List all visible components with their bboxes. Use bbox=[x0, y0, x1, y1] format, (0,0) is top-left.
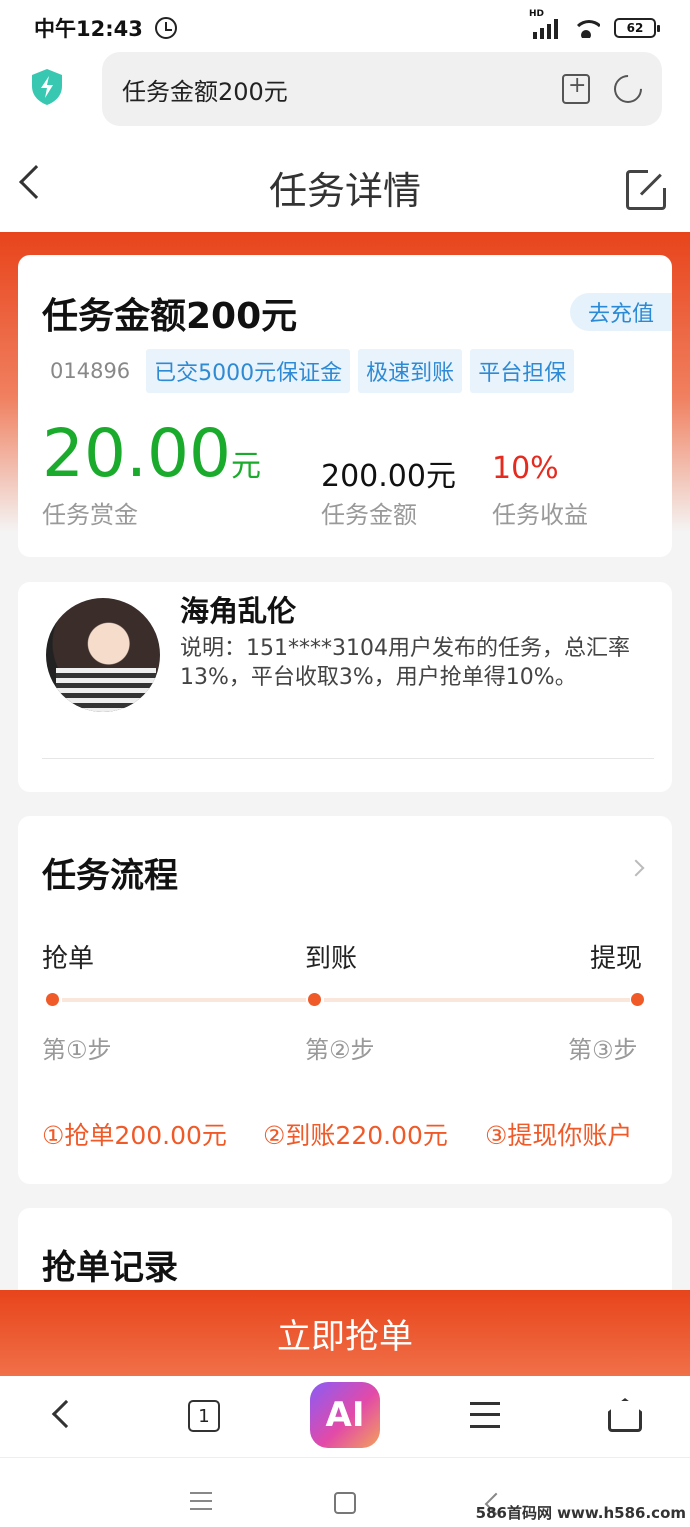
task-tags: 014896 已交5000元保证金 极速到账 平台担保 bbox=[42, 349, 575, 393]
divider bbox=[42, 758, 654, 759]
step-dot-1 bbox=[46, 993, 59, 1006]
avatar bbox=[46, 598, 160, 712]
address-text[interactable]: 任务金额200元 bbox=[122, 72, 288, 107]
amount-label: 任务金额 bbox=[321, 501, 417, 529]
recent-apps-icon[interactable] bbox=[190, 1492, 212, 1510]
watermark: 586首码网 www.h586.com bbox=[475, 1504, 686, 1522]
step-track-1 bbox=[62, 998, 306, 1002]
refresh-icon[interactable] bbox=[608, 69, 648, 109]
task-code: 014896 bbox=[50, 359, 131, 383]
rate-label: 任务收益 bbox=[492, 501, 588, 529]
flow-detail-1: ①抢单200.00元 bbox=[42, 1121, 227, 1150]
page-title: 任务详情 bbox=[268, 169, 421, 213]
battery-icon: 62 bbox=[614, 18, 660, 38]
shield-icon[interactable] bbox=[30, 68, 64, 106]
tabs-icon[interactable]: 1 bbox=[188, 1400, 220, 1432]
page-header: 任务详情 bbox=[0, 142, 690, 232]
flow-detail-3: ③提现你账户 bbox=[485, 1121, 633, 1150]
add-bookmark-icon[interactable] bbox=[562, 73, 590, 104]
tag-guarantee: 平台担保 bbox=[470, 349, 575, 393]
home-icon[interactable] bbox=[608, 1398, 642, 1432]
reward-label: 任务赏金 bbox=[42, 501, 138, 529]
tag-deposit: 已交5000元保证金 bbox=[146, 349, 351, 393]
nav-back-icon[interactable] bbox=[51, 1399, 81, 1429]
status-bar: 中午12:43 HD 62 bbox=[0, 0, 690, 56]
step-name-3: 提现 bbox=[590, 944, 643, 974]
task-title: 任务金额200元 bbox=[42, 296, 298, 337]
step-no-3: 第③步 bbox=[568, 1036, 638, 1064]
step-track-2 bbox=[324, 998, 630, 1002]
step-no-2: 第②步 bbox=[305, 1036, 375, 1064]
wifi-icon bbox=[572, 18, 600, 38]
step-dot-3 bbox=[631, 993, 644, 1006]
step-no-1: 第①步 bbox=[42, 1036, 112, 1064]
amount-value: 200.00元 bbox=[321, 459, 456, 494]
publisher-description: 说明：151****3104用户发布的任务，总汇率13%，平台收取3%，用户抢单… bbox=[180, 636, 630, 690]
flow-title: 任务流程 bbox=[42, 856, 178, 896]
system-home-icon[interactable] bbox=[334, 1492, 356, 1514]
alarm-icon bbox=[154, 17, 177, 39]
browser-bar: 任务金额200元 bbox=[0, 52, 690, 142]
rate-value: 10% bbox=[492, 451, 559, 486]
step-name-1: 抢单 bbox=[42, 944, 95, 974]
task-flow-card: 任务流程 抢单 到账 提现 第①步 第②步 第③步 ①抢单200.00元 ②到账… bbox=[18, 816, 672, 1184]
task-summary-card: 任务金额200元 去充值 014896 已交5000元保证金 极速到账 平台担保… bbox=[18, 255, 672, 557]
reward-value: 20.00元 bbox=[42, 415, 261, 492]
status-time: 中午12:43 bbox=[34, 17, 143, 41]
flow-detail-2: ②到账220.00元 bbox=[263, 1121, 448, 1150]
address-bar[interactable]: 任务金额200元 bbox=[102, 52, 662, 126]
publisher-card: 海角乱伦 说明：151****3104用户发布的任务，总汇率13%，平台收取3%… bbox=[18, 582, 672, 792]
step-dot-2 bbox=[308, 993, 321, 1006]
grab-now-button[interactable]: 立即抢单 bbox=[0, 1290, 690, 1376]
step-name-2: 到账 bbox=[305, 944, 358, 974]
recharge-button[interactable]: 去充值 bbox=[570, 293, 672, 331]
records-title: 抢单记录 bbox=[42, 1248, 178, 1288]
publisher-name: 海角乱伦 bbox=[180, 594, 297, 628]
browser-bottom-nav: 1 AI bbox=[0, 1376, 690, 1458]
tag-fast: 极速到账 bbox=[358, 349, 463, 393]
menu-icon[interactable] bbox=[470, 1402, 500, 1428]
ai-assistant-icon[interactable]: AI bbox=[310, 1382, 380, 1448]
chevron-right-icon[interactable] bbox=[627, 859, 645, 877]
signal-icon: HD bbox=[529, 9, 558, 39]
share-icon[interactable] bbox=[626, 170, 666, 210]
system-nav-bar: 586首码网 www.h586.com bbox=[0, 1458, 690, 1527]
